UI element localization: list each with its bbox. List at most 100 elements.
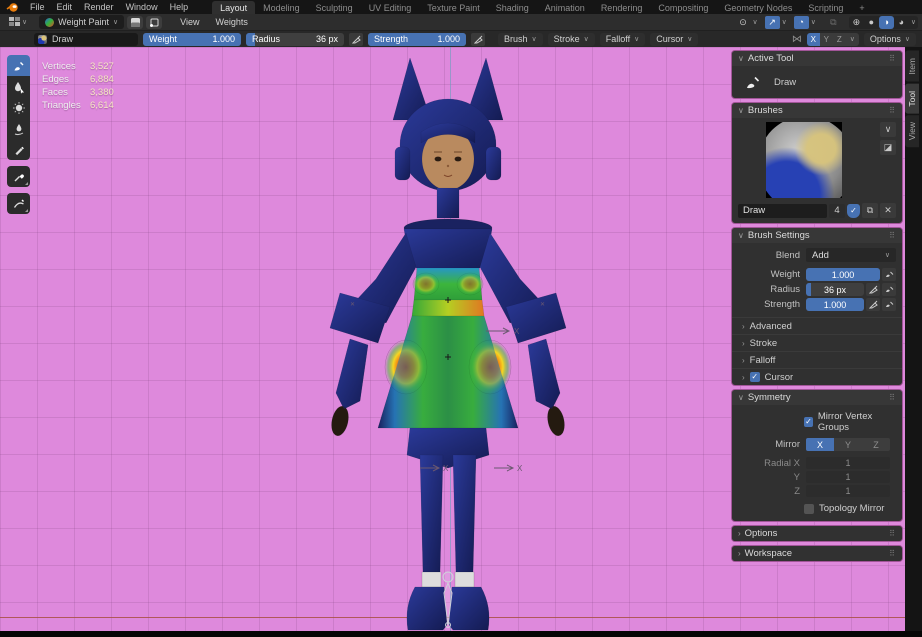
symmetry-y-button[interactable]: Y (834, 438, 862, 451)
tab-add-workspace[interactable]: + (851, 1, 872, 14)
menu-window[interactable]: Window (120, 1, 164, 13)
panel-grip-icon[interactable]: ⠿ (889, 54, 896, 63)
tab-sculpting[interactable]: Sculpting (308, 1, 361, 14)
subpanel-cursor[interactable]: ›✓Cursor (732, 368, 902, 385)
sidebar-tab-tool[interactable]: Tool (905, 84, 919, 114)
symmetry-z-button[interactable]: Z (862, 438, 890, 451)
radius-pressure-toggle[interactable] (349, 33, 363, 46)
tab-scripting[interactable]: Scripting (800, 1, 851, 14)
active-tool-button[interactable]: Draw (34, 33, 138, 46)
radius-unified-toggle[interactable] (882, 283, 896, 296)
menu-help[interactable]: Help (164, 1, 195, 13)
sidebar-tab-item[interactable]: Item (905, 51, 919, 82)
mode-selector[interactable]: Weight Paint ∨ (39, 15, 124, 29)
menu-weights[interactable]: Weights (207, 17, 255, 27)
radial-x-field[interactable]: 1 (806, 457, 890, 469)
strength-unified-toggle[interactable] (882, 298, 896, 311)
tab-animation[interactable]: Animation (537, 1, 593, 14)
panel-grip-icon[interactable]: ⠿ (889, 231, 896, 240)
workspace-panel-header[interactable]: ›Workspace ⠿ (732, 546, 902, 561)
weight-slider[interactable]: Weight 1.000 (143, 33, 241, 46)
topology-mirror-checkbox[interactable] (804, 504, 814, 514)
options-dropdown[interactable]: Options∨ (864, 33, 916, 46)
shading-solid-button[interactable]: ● (864, 16, 879, 29)
strength-slider[interactable]: Strength 1.000 (368, 33, 466, 46)
mirror-z-button[interactable]: Z (833, 33, 846, 46)
snapping-toggle[interactable]: ↗ (765, 16, 780, 29)
shading-rendered-button[interactable]: ◕ (894, 16, 909, 29)
brush-dropdown[interactable]: Brush∨ (498, 33, 543, 46)
brush-settings-header[interactable]: ∨ Brush Settings ⠿ (732, 228, 902, 243)
tab-uv-editing[interactable]: UV Editing (361, 1, 420, 14)
options-panel-header[interactable]: ›Options ⠿ (732, 526, 902, 541)
vertex-mask-toggle[interactable] (146, 16, 162, 29)
radius-slider[interactable]: Radius 36 px (246, 33, 344, 46)
tool-average-button[interactable] (7, 97, 30, 118)
cursor-checkbox[interactable]: ✓ (750, 372, 760, 382)
subpanel-stroke[interactable]: ›Stroke (732, 334, 902, 351)
radius-slider-sb[interactable]: 36 px (806, 283, 864, 296)
menu-render[interactable]: Render (78, 1, 120, 13)
viewport-3d[interactable]: X X X ✕ ✕ (0, 47, 905, 631)
tab-geometry-nodes[interactable]: Geometry Nodes (716, 1, 800, 14)
mirror-x-button[interactable]: X (807, 33, 820, 46)
mirror-more-dropdown[interactable]: ∨ (846, 33, 859, 46)
tool-blur-button[interactable] (7, 76, 30, 97)
stroke-dropdown[interactable]: Stroke∨ (548, 33, 595, 46)
xray-toggle[interactable]: ⧉ (826, 16, 841, 29)
panel-grip-icon[interactable]: ⠿ (889, 549, 896, 558)
proportional-editing-button[interactable]: ◔ (794, 16, 809, 29)
active-tool-panel-header[interactable]: ∨ Active Tool ⠿ (732, 51, 902, 66)
brush-image-button[interactable]: ◪ (880, 140, 896, 155)
brush-preview[interactable] (766, 122, 842, 198)
unlink-brush-button[interactable]: ✕ (880, 203, 896, 218)
tab-rendering[interactable]: Rendering (593, 1, 651, 14)
menu-file[interactable]: File (24, 1, 51, 13)
tool-annotate-button[interactable] (7, 193, 30, 214)
weight-unified-toggle[interactable] (882, 268, 896, 281)
tab-modeling[interactable]: Modeling (255, 1, 308, 14)
subpanel-advanced[interactable]: ›Advanced (732, 317, 902, 334)
mirror-vertex-groups-checkbox[interactable]: ✓ (804, 417, 813, 427)
chevron-down-icon[interactable]: ∨ (909, 18, 918, 26)
panel-grip-icon[interactable]: ⠿ (889, 529, 896, 538)
panel-grip-icon[interactable]: ⠿ (889, 393, 896, 402)
mirror-y-button[interactable]: Y (820, 33, 833, 46)
strength-slider-sb[interactable]: 1.000 (806, 298, 864, 311)
symmetry-panel-header[interactable]: ∨ Symmetry ⠿ (732, 390, 902, 405)
tool-draw-button[interactable] (7, 55, 30, 76)
brushes-panel-header[interactable]: ∨ Brushes ⠿ (732, 103, 902, 118)
tab-layout[interactable]: Layout (212, 1, 255, 14)
subpanel-falloff[interactable]: ›Falloff (732, 351, 902, 368)
falloff-dropdown[interactable]: Falloff∨ (600, 33, 645, 46)
tab-texture-paint[interactable]: Texture Paint (419, 1, 488, 14)
pivot-point-dropdown[interactable]: ⊙ (736, 16, 751, 29)
shading-material-preview-button[interactable]: ◑ (879, 16, 894, 29)
panel-grip-icon[interactable]: ⠿ (889, 106, 896, 115)
fake-user-toggle[interactable]: ✓ (847, 204, 860, 218)
sidebar-tab-view[interactable]: View (905, 115, 919, 147)
weight-slider-sb[interactable]: 1.000 (806, 268, 880, 281)
editor-type-button[interactable]: ∨ (5, 16, 31, 28)
tab-compositing[interactable]: Compositing (650, 1, 716, 14)
brush-name-field[interactable]: Draw (738, 204, 827, 218)
blend-dropdown[interactable]: Add∨ (806, 248, 896, 262)
menu-view[interactable]: View (172, 17, 207, 27)
paint-mask-toggle[interactable] (127, 16, 143, 29)
blender-logo-icon[interactable] (6, 2, 19, 13)
brush-select-dropdown[interactable]: ∨ (880, 122, 896, 137)
cursor-dropdown[interactable]: Cursor∨ (650, 33, 698, 46)
tab-shading[interactable]: Shading (488, 1, 537, 14)
duplicate-brush-button[interactable]: ⧉ (862, 203, 878, 218)
menu-edit[interactable]: Edit (51, 1, 79, 13)
strength-pressure-toggle[interactable] (471, 33, 485, 46)
shading-wireframe-button[interactable]: ⊕ (849, 16, 864, 29)
strength-pressure-toggle-sb[interactable] (866, 298, 880, 311)
tool-gradient-button[interactable] (7, 139, 30, 160)
tool-sample-weight-button[interactable] (7, 166, 30, 187)
brush-users-count[interactable]: 4 (829, 204, 845, 218)
radial-z-field[interactable]: 1 (806, 485, 890, 497)
tool-smear-button[interactable] (7, 118, 30, 139)
radius-pressure-toggle-sb[interactable] (866, 283, 880, 296)
symmetry-x-button[interactable]: X (806, 438, 834, 451)
